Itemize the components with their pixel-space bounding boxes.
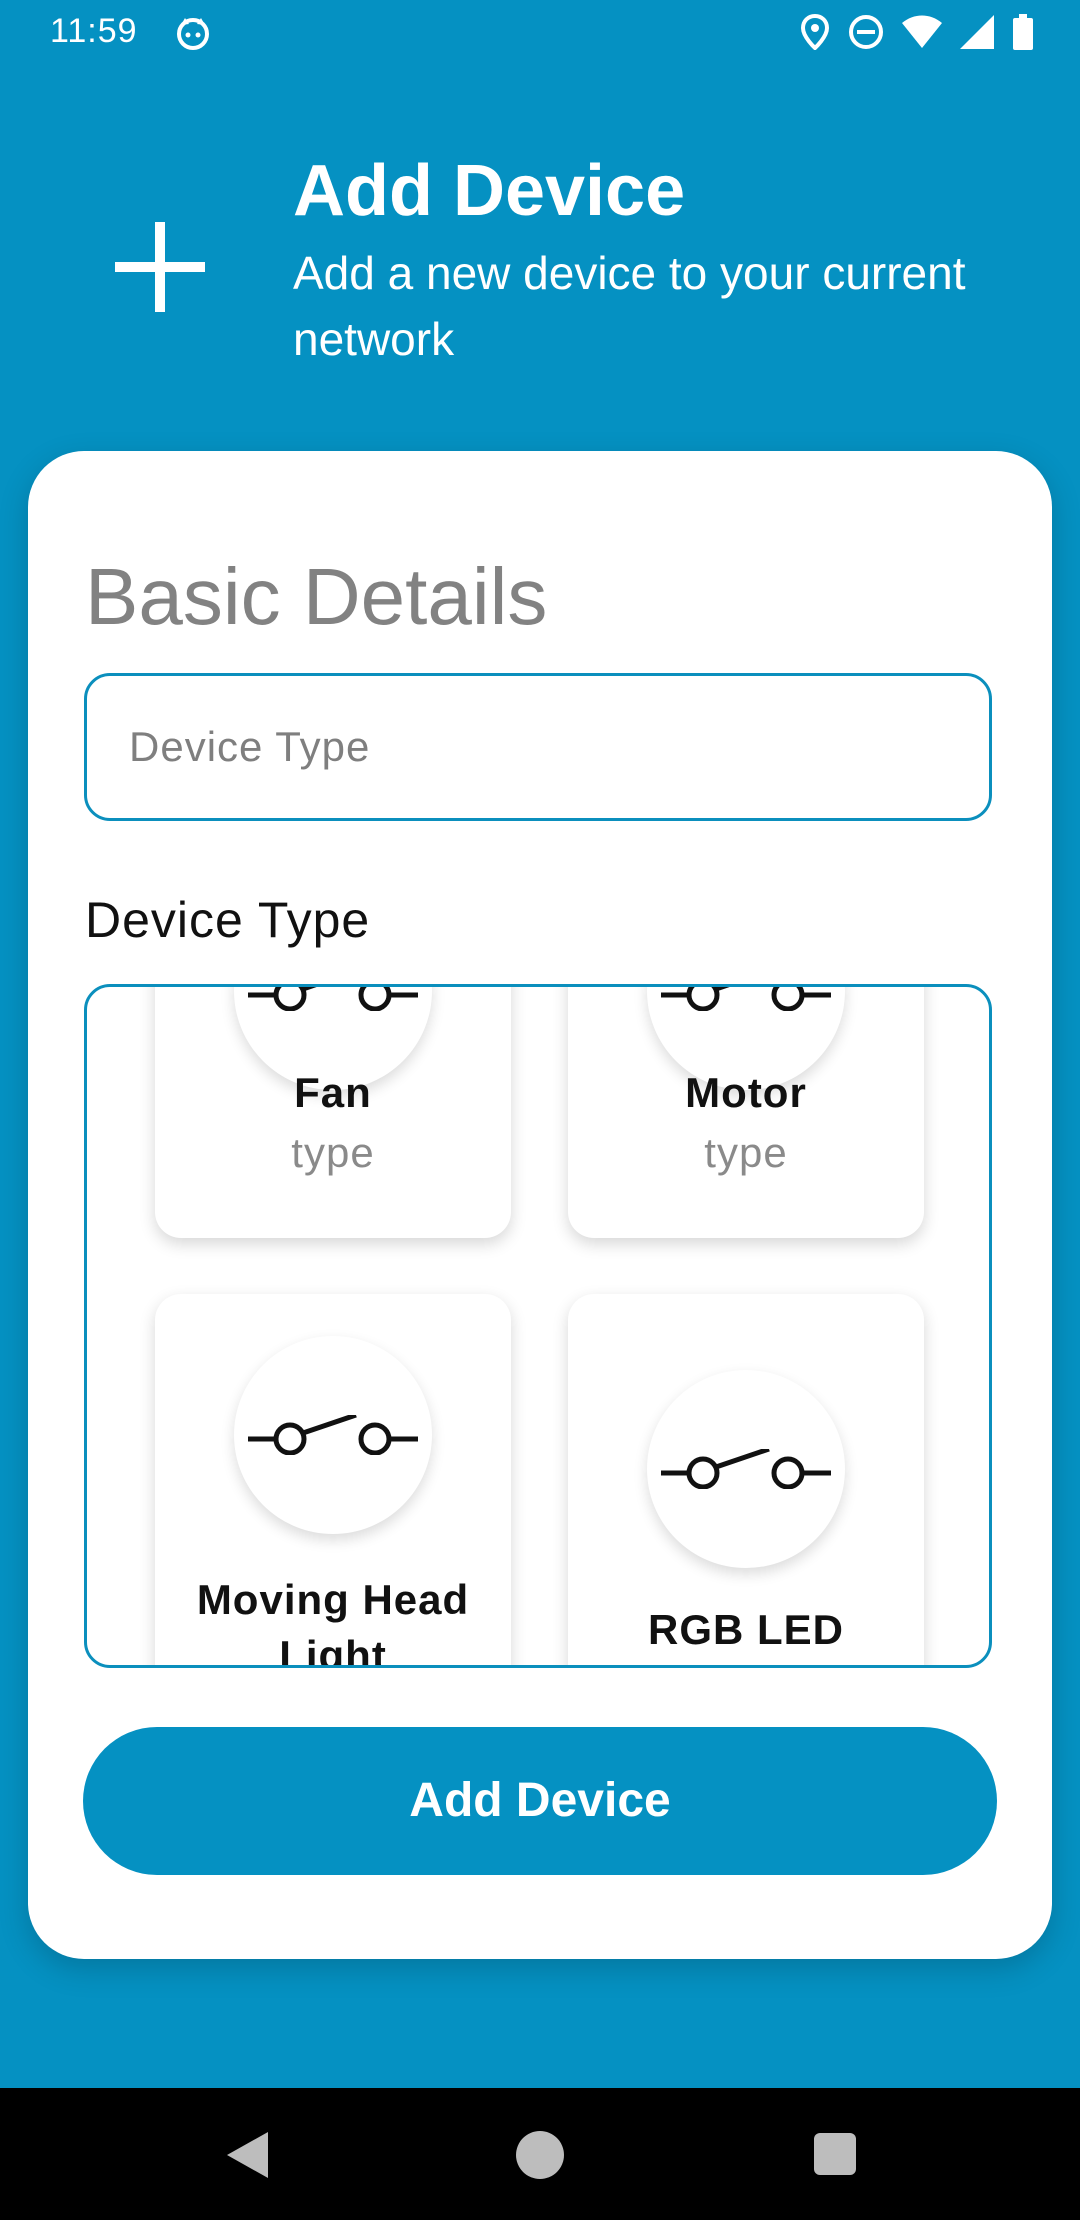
switch-icon — [248, 987, 418, 1011]
system-nav-bar — [0, 2088, 1080, 2220]
device-tile-rgb-led[interactable]: RGB LED — [568, 1294, 924, 1665]
signal-icon — [960, 15, 994, 58]
plus-icon — [115, 222, 205, 317]
home-icon[interactable] — [515, 2130, 565, 2185]
device-tile-name: Motor — [685, 1069, 807, 1116]
add-device-button[interactable]: Add Device — [83, 1727, 997, 1875]
location-icon — [800, 13, 830, 59]
device-tile-name: Moving Head Light — [196, 1576, 470, 1668]
device-icon-circle — [234, 1336, 432, 1534]
page-title: Add Device — [293, 151, 686, 231]
section-title: Basic Details — [85, 552, 548, 641]
back-icon[interactable] — [224, 2130, 270, 2185]
switch-icon — [661, 1449, 831, 1489]
basic-details-card: Basic Details Device Type Fan type Motor… — [28, 451, 1052, 1959]
page-subtitle: Add a new device to your current network — [293, 247, 966, 365]
device-tile-type: type — [291, 1129, 375, 1176]
device-tile-moving-head-light[interactable]: Moving Head Light — [155, 1294, 511, 1668]
device-tile-name: Fan — [294, 1069, 372, 1116]
device-tile-name: RGB LED — [648, 1606, 844, 1653]
device-type-input[interactable] — [84, 673, 992, 821]
device-type-grid[interactable]: Fan type Motor type Moving Head Light RG… — [84, 984, 992, 1668]
do-not-disturb-icon — [848, 14, 884, 59]
status-bar: 11:59 — [0, 0, 1080, 66]
recents-icon[interactable] — [813, 2132, 857, 2181]
device-tile-type: type — [704, 1129, 788, 1176]
switch-icon — [248, 1415, 418, 1455]
status-icons — [800, 13, 1034, 59]
device-tile-fan[interactable]: Fan type — [155, 987, 511, 1238]
cat-icon — [175, 15, 211, 60]
status-time: 11:59 — [50, 12, 138, 50]
wifi-icon — [902, 15, 942, 58]
device-icon-circle — [647, 1370, 845, 1568]
switch-icon — [661, 987, 831, 1011]
battery-icon — [1012, 14, 1034, 59]
device-type-label: Device Type — [85, 892, 371, 948]
device-tile-motor[interactable]: Motor type — [568, 987, 924, 1238]
